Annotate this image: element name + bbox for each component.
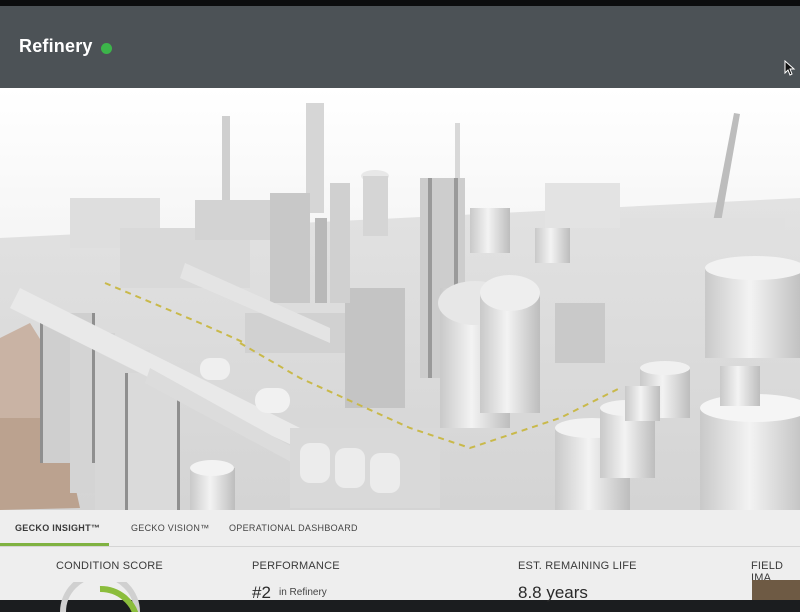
tab-gecko-vision[interactable]: GECKO VISION™ [131, 523, 209, 533]
condition-score-gauge [60, 582, 140, 612]
performance-label: PERFORMANCE [252, 560, 340, 572]
status-dot [101, 43, 112, 54]
app-header: Refinery [0, 6, 800, 88]
performance-value: #2 [252, 583, 271, 602]
refinery-3d-view[interactable] [0, 88, 800, 510]
tab-bar: GECKO INSIGHT™ GECKO VISION™ OPERATIONAL… [0, 510, 800, 547]
refinery-model [0, 88, 800, 510]
condition-score-label: CONDITION SCORE [56, 560, 163, 572]
remaining-life-label: EST. REMAINING LIFE [518, 560, 637, 572]
field-image-thumbnail[interactable] [752, 580, 800, 600]
cursor-icon [784, 60, 796, 76]
page-title: Refinery [19, 36, 93, 56]
remaining-life-value: 8.8 years [518, 583, 588, 602]
insight-panel: GECKO INSIGHT™ GECKO VISION™ OPERATIONAL… [0, 510, 800, 612]
performance-sub: in Refinery [279, 587, 327, 598]
tab-gecko-insight[interactable]: GECKO INSIGHT™ [15, 523, 100, 533]
active-tab-indicator [0, 543, 109, 546]
tab-operational-dashboard[interactable]: OPERATIONAL DASHBOARD [229, 523, 358, 533]
